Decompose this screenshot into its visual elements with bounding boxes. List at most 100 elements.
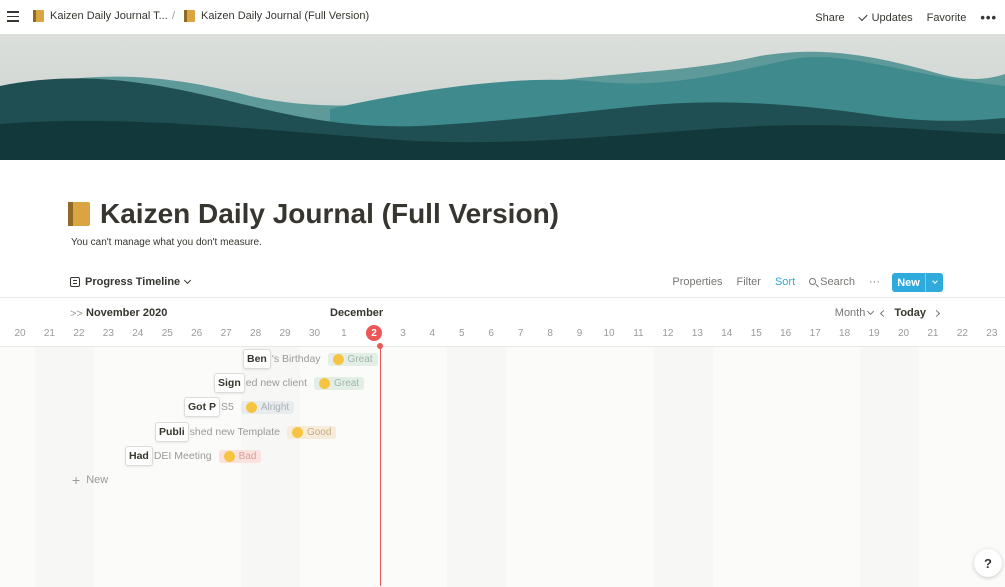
day-number: 30 [308,328,321,339]
mood-tag-label: Great [347,353,373,365]
day-number: 6 [488,328,494,339]
day-number: 23 [986,328,998,339]
timeline-card[interactable]: Had [125,446,153,466]
day-number: 22 [73,328,85,339]
day-number: 12 [662,328,674,339]
add-new-item-button[interactable]: + New [72,472,108,488]
day-number: 10 [603,328,615,339]
mood-tag: Great [314,376,365,390]
notebook-icon [33,10,44,22]
chevron-down-icon [867,307,875,316]
breadcrumb-separator: / [172,10,176,22]
day-number: 8 [547,328,553,339]
breadcrumb-current[interactable]: Kaizen Daily Journal (Full Version) [184,10,369,22]
notebook-icon [184,10,195,22]
timeline-card[interactable]: Got P [184,397,220,417]
day-number: 16 [780,328,792,339]
timeline-controls: Month Today [834,307,941,319]
search-icon [809,278,817,285]
day-number: 15 [750,328,762,339]
search-button[interactable]: Search [809,276,855,288]
search-label: Search [820,276,855,288]
zoom-label: Month [834,307,866,319]
next-arrow-icon[interactable] [932,309,941,317]
page-title[interactable]: Kaizen Daily Journal (Full Version) [100,198,559,230]
more-options-button[interactable]: ••• [980,10,997,25]
day-number: 9 [576,328,583,339]
view-actions: Properties Filter Sort Search ··· [672,276,880,288]
view-selector[interactable]: Progress Timeline [70,276,192,288]
day-number: 28 [250,328,262,339]
mood-tag-label: Alright [260,401,290,413]
page-subtitle[interactable]: You can't manage what you don't measure. [71,237,262,248]
mood-tag-label: Good [306,426,332,438]
day-number: 26 [191,328,203,339]
help-button[interactable]: ? [974,549,1002,577]
chevron-down-icon [931,277,938,284]
timeline-item-title-overflow: ed new client [245,377,308,389]
day-number: 7 [517,328,524,339]
day-number: 29 [279,328,291,339]
previous-arrow-icon[interactable] [880,309,888,317]
timeline-item-title-overflow: DEI Meeting [153,450,212,462]
view-toolbar: Progress Timeline Properties Filter Sort… [0,270,1005,298]
filter-button[interactable]: Filter [737,276,761,288]
notebook-icon[interactable] [68,202,90,226]
day-number: 24 [132,328,144,339]
today-button[interactable]: Today [894,307,926,319]
timeline-card[interactable]: Sign [214,373,245,393]
mood-tag-label: Great [334,377,360,389]
new-button[interactable]: New [892,273,943,292]
timeline-item[interactable]: Had DEI Meeting Bad [125,446,262,466]
share-button[interactable]: Share [815,12,844,24]
day-number: 18 [839,328,851,339]
properties-button[interactable]: Properties [672,276,722,288]
new-dropdown-button[interactable] [925,273,943,292]
day-number: 22 [956,328,968,339]
day-number: 20 [897,328,910,339]
timeline-card[interactable]: Publi [155,422,189,442]
timeline-item[interactable]: Publi shed new Template Good [155,422,337,442]
timeline-item[interactable]: Got P S5 Alright [184,397,295,417]
timeline-icon [70,277,80,287]
check-icon [858,11,868,21]
day-number: 14 [721,328,733,339]
mood-tag: Alright [240,400,295,414]
sort-button[interactable]: Sort [775,276,795,288]
view-name-label: Progress Timeline [85,276,181,288]
timeline-item-title-overflow: shed new Template [189,426,280,438]
timeline-item-title-overflow: 's Birthday [271,353,321,365]
month-label: December [330,307,384,319]
cover-image[interactable] [0,34,1005,160]
mood-tag: Great [327,352,378,366]
updates-button[interactable]: Updates [858,11,913,24]
breadcrumb-parent[interactable]: Kaizen Daily Journal T... [33,10,168,22]
plus-icon: + [72,472,81,488]
month-label: November 2020 [86,307,168,319]
favorite-button[interactable]: Favorite [927,12,967,24]
page-title-row: Kaizen Daily Journal (Full Version) [68,198,559,230]
emoji-face-icon [291,426,303,438]
timeline-card[interactable]: Ben [243,349,271,369]
menu-icon[interactable] [7,11,19,22]
day-number: 20 [14,328,26,339]
emoji-face-icon [319,377,331,389]
weekend-column [35,347,94,587]
day-number: 4 [429,328,436,339]
timeline-item-title-overflow: S5 [221,401,234,413]
timeline-view: >> November 2020 December Month Today 20… [0,299,1005,587]
chevron-down-icon [184,276,192,284]
day-number: 27 [220,328,232,339]
timeline-item[interactable]: Ben's Birthday Great [243,349,378,369]
mood-tag: Good [286,425,337,439]
weekend-column [860,347,919,587]
view-more-button[interactable]: ··· [869,276,880,288]
timeline-item[interactable]: Sign ed new client Great [214,373,365,393]
day-number: 23 [102,328,114,339]
weekend-column [447,347,506,587]
collapse-sidebar-icon[interactable]: >> [70,308,83,320]
today-line [379,343,381,586]
updates-label: Updates [871,11,913,24]
zoom-select[interactable]: Month [834,307,875,319]
day-number: 11 [633,328,644,339]
